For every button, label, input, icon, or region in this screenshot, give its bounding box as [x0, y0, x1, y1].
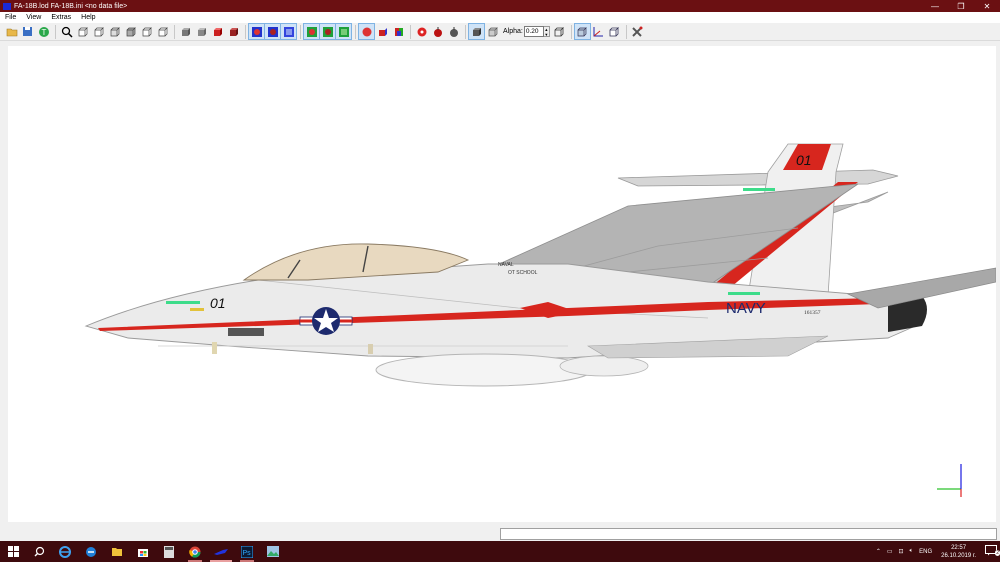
mode-blue-3-icon[interactable] [280, 23, 297, 40]
menu-help[interactable]: Help [76, 14, 100, 21]
mode-blue-1-icon[interactable] [248, 23, 265, 40]
save-icon[interactable] [20, 24, 35, 39]
svg-text:Ps: Ps [243, 550, 252, 557]
zoom-icon[interactable] [59, 24, 74, 39]
language-indicator[interactable]: ENG [916, 549, 935, 555]
canopy-text-2: OT SCHOOL [508, 270, 538, 276]
fuel-tank-rear [559, 355, 649, 377]
open-folder-icon[interactable] [4, 24, 19, 39]
view-back-icon[interactable] [91, 24, 106, 39]
system-tray: ⌃ ▭ ⊡ 🔈︎ ENG 22:57 26.10.2019 г. 2 [873, 541, 1000, 562]
alpha-label: Alpha: [503, 28, 523, 35]
menubar: File View Extras Help [0, 12, 1000, 23]
chevron-up-icon[interactable]: ⌃ [873, 548, 884, 555]
lights-gray-icon[interactable] [446, 24, 461, 39]
solid-box-icon[interactable] [468, 23, 485, 40]
notifications-icon[interactable]: 2 [982, 545, 1000, 558]
start-icon[interactable] [0, 541, 26, 562]
view-front-icon[interactable] [75, 24, 90, 39]
alpha-input[interactable]: 0.20 [523, 26, 544, 37]
view-bottom-icon[interactable] [155, 24, 170, 39]
restore-button[interactable]: ❐ [948, 0, 974, 12]
tools-icon[interactable] [630, 24, 645, 39]
canopy-text-1: NAVAL [498, 262, 514, 268]
fuel-tank [375, 353, 593, 387]
tail-number: 01 [796, 152, 812, 168]
mode-green-2-icon[interactable] [319, 23, 336, 40]
menu-extras[interactable]: Extras [46, 14, 76, 21]
toolbar-separator [465, 24, 466, 39]
transparent-box-icon[interactable] [485, 24, 500, 39]
lights-dark-icon[interactable] [430, 24, 445, 39]
store-icon[interactable] [130, 541, 156, 562]
edge-icon[interactable] [78, 541, 104, 562]
view-left-icon[interactable] [107, 24, 122, 39]
close-button[interactable]: ✕ [974, 0, 1000, 12]
menu-file[interactable]: File [0, 14, 21, 21]
shade-flat-icon[interactable] [178, 24, 193, 39]
toolbar-separator [355, 24, 356, 39]
bounding-box-icon[interactable] [552, 24, 567, 39]
taskbar: Ps ⌃ ▭ ⊡ 🔈︎ ENG 22:57 26.10.2019 г. 2 [0, 541, 1000, 562]
texture-icon[interactable]: T [36, 24, 51, 39]
svg-text:T: T [41, 28, 46, 37]
photos-icon[interactable] [260, 541, 286, 562]
notification-count: 2 [995, 550, 1000, 556]
window-title: FA-18B.lod FA-18B.ini <no data file> [14, 2, 128, 10]
aircraft-model: 01 NAVAL OT SCHOOL 01 NAVY 161357 [84, 143, 997, 497]
chrome-icon[interactable] [182, 541, 208, 562]
window-titlebar[interactable]: FA-18B.lod FA-18B.ini <no data file> — ❐… [0, 0, 1000, 12]
3d-viewport[interactable]: 01 NAVAL OT SCHOOL 01 NAVY 161357 [8, 46, 997, 522]
material-red-icon[interactable] [358, 23, 375, 40]
clock-time: 22:57 [951, 544, 967, 551]
wireframe-icon[interactable] [573, 23, 591, 40]
calculator-icon[interactable] [156, 541, 182, 562]
status-field [500, 528, 997, 540]
alpha-spinner[interactable]: ▲ ▼ [543, 26, 550, 37]
toolbar-separator [300, 24, 301, 39]
app-icon [3, 2, 11, 10]
network-icon[interactable]: ⊡ [896, 548, 907, 555]
battery-icon[interactable]: ▭ [884, 548, 896, 555]
menu-view[interactable]: View [21, 14, 46, 21]
normals-icon[interactable] [607, 24, 622, 39]
clock[interactable]: 22:57 26.10.2019 г. [935, 544, 982, 560]
shade-smooth-icon[interactable] [194, 24, 209, 39]
photoshop-icon[interactable]: Ps [234, 541, 260, 562]
material-mixed-icon[interactable] [375, 24, 390, 39]
mode-blue-2-icon[interactable] [264, 23, 281, 40]
lod-viewer-icon[interactable] [208, 541, 234, 562]
minimize-button[interactable]: — [922, 0, 948, 12]
serial-text: 161357 [804, 310, 821, 316]
navy-text: NAVY [726, 300, 766, 317]
clock-date: 26.10.2019 г. [941, 552, 976, 559]
volume-icon[interactable]: 🔈︎ [907, 548, 917, 555]
toolbar-separator [570, 24, 572, 39]
toolbar-separator [245, 24, 246, 39]
mode-green-1-icon[interactable] [303, 23, 320, 40]
status-bar [0, 522, 1000, 541]
toolbar: T Alpha: 0.20 ▲ ▼ [0, 23, 1000, 41]
toolbar-separator [174, 24, 175, 39]
view-right-icon[interactable] [123, 24, 138, 39]
toolbar-separator [410, 24, 411, 39]
ie-icon[interactable] [52, 541, 78, 562]
explorer-icon[interactable] [104, 541, 130, 562]
shade-red-icon[interactable] [210, 24, 225, 39]
shade-dark-icon[interactable] [226, 24, 241, 39]
axes-icon[interactable] [591, 24, 606, 39]
toolbar-separator [625, 24, 627, 39]
axes-gizmo [937, 464, 962, 497]
nose-number: 01 [210, 295, 226, 311]
mode-green-3-icon[interactable] [335, 23, 352, 40]
lights-on-icon[interactable] [414, 24, 429, 39]
toolbar-separator [55, 24, 56, 39]
material-multi-icon[interactable] [391, 24, 406, 39]
view-top-icon[interactable] [139, 24, 154, 39]
search-icon[interactable] [26, 541, 52, 562]
